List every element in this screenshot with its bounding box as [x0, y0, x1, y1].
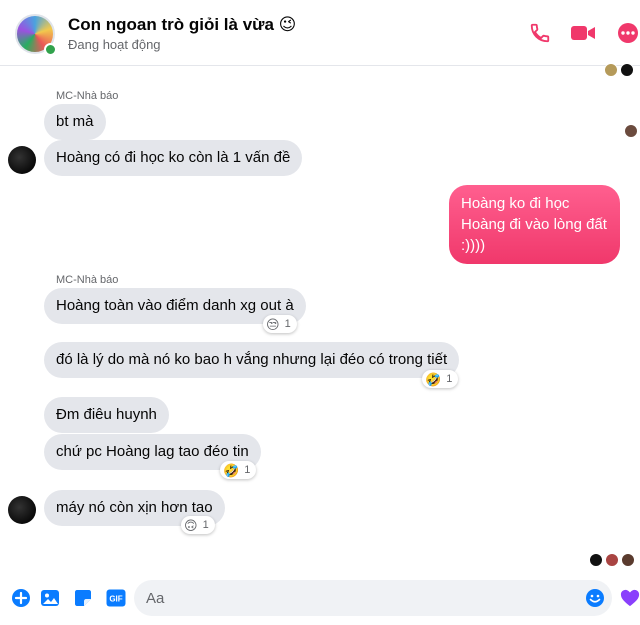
active-status: Đang hoạt động — [68, 37, 161, 52]
plus-icon[interactable] — [11, 588, 31, 608]
phone-icon[interactable] — [527, 20, 553, 46]
reaction-badge[interactable]: 🤣 1 — [220, 461, 257, 479]
reaction-emoji: 🤣 — [223, 462, 240, 478]
chat-header: Con ngoan trò giỏi là vừa 😉 Đang hoạt độ… — [0, 0, 640, 66]
sticker-icon[interactable] — [73, 588, 93, 608]
gif-icon[interactable]: GIF — [105, 588, 127, 608]
message-input-container — [134, 580, 612, 616]
sender-avatar[interactable] — [8, 146, 36, 174]
reaction-count: 1 — [284, 318, 291, 330]
outgoing-message-bubble[interactable]: Hoàng ko đi học Hoàng đi vào lòng đất :)… — [449, 185, 620, 264]
seen-avatar — [589, 553, 603, 567]
chat-title[interactable]: Con ngoan trò giỏi là vừa 😉 — [68, 15, 296, 35]
more-icon[interactable] — [615, 20, 640, 46]
seen-avatar — [621, 553, 635, 567]
online-indicator — [44, 43, 57, 56]
group-avatar[interactable] — [15, 14, 57, 56]
seen-avatar — [624, 124, 638, 138]
reaction-emoji: 🙃 — [184, 517, 198, 533]
message-bubble[interactable]: bt mà — [44, 104, 106, 140]
image-icon[interactable] — [40, 588, 60, 608]
emoji-icon[interactable] — [585, 588, 605, 608]
video-icon[interactable] — [569, 20, 597, 46]
message-input[interactable] — [146, 580, 576, 616]
reaction-badge[interactable]: 😒 1 — [263, 315, 297, 333]
sender-name: MC-Nhà báo — [56, 274, 119, 286]
reaction-count: 1 — [244, 464, 251, 476]
reaction-emoji: 😒 — [266, 316, 280, 332]
svg-text:GIF: GIF — [109, 595, 122, 604]
reaction-badge[interactable]: 🤣 1 — [422, 370, 459, 388]
message-bubble[interactable]: đó là lý do mà nó ko bao h vắng nhưng lạ… — [44, 342, 460, 378]
seen-avatar — [605, 553, 619, 567]
message-bubble[interactable]: Hoàng có đi học ko còn là 1 vấn đề — [44, 140, 303, 176]
message-bubble[interactable]: Đm điêu huynh — [44, 397, 169, 433]
seen-avatar — [620, 63, 634, 77]
seen-avatar — [604, 63, 618, 77]
like-icon[interactable] — [620, 586, 640, 610]
sender-name: MC-Nhà báo — [56, 90, 119, 102]
sender-avatar[interactable] — [8, 496, 36, 524]
reaction-badge[interactable]: 🙃 1 — [181, 516, 215, 534]
reaction-count: 1 — [446, 373, 453, 385]
reaction-count: 1 — [202, 519, 209, 531]
reaction-emoji: 🤣 — [425, 371, 442, 387]
